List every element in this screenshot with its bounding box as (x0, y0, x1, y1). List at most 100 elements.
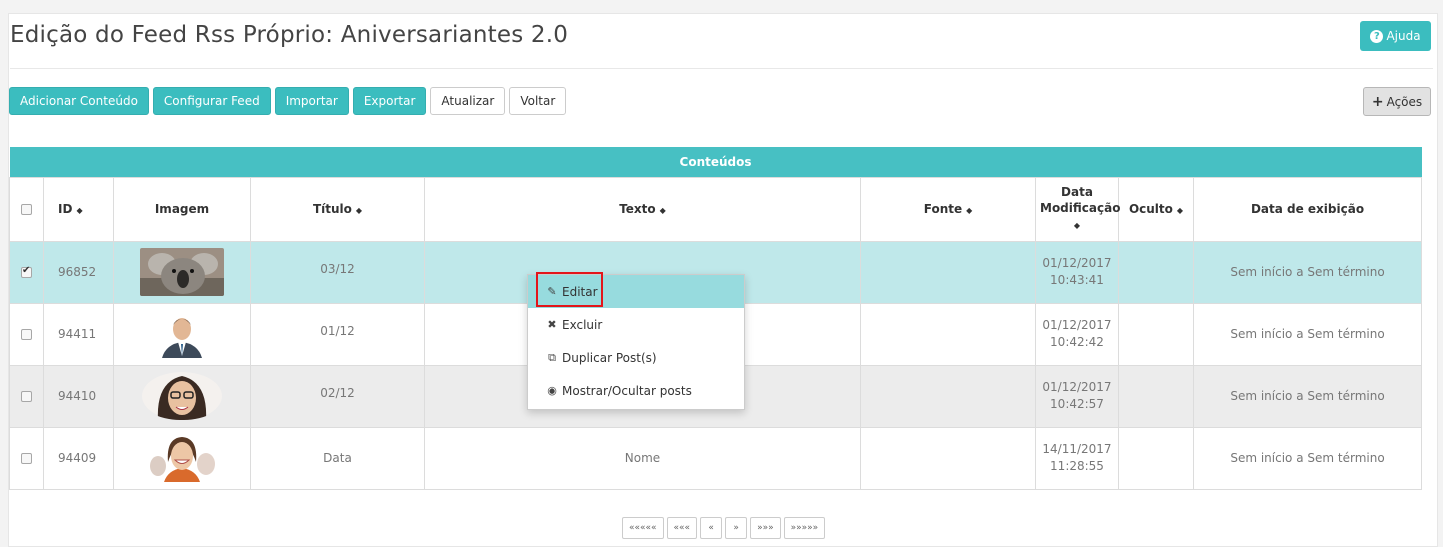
edit-icon: ✎ (547, 285, 557, 298)
row-data-modificacao: 01/12/2017 10:43:41 (1035, 240, 1119, 304)
header-fonte-label: Fonte (923, 202, 963, 216)
add-content-button[interactable]: Adicionar Conteúdo (9, 87, 149, 115)
row-id: 94410 (43, 364, 114, 428)
context-menu: ✎ Editar ✖ Excluir ⧉ Duplicar Post(s) ◉ … (527, 274, 745, 410)
table-row[interactable]: 94409 Data Nome 14/11/2017 11:28:55 Sem … (9, 426, 1423, 490)
menu-item-mostrar-ocultar[interactable]: ◉ Mostrar/Ocultar posts (528, 374, 744, 407)
copy-icon: ⧉ (548, 350, 556, 364)
row-titulo: 03/12 (250, 240, 425, 304)
row-time: 10:43:41 (1050, 273, 1104, 287)
row-oculto (1118, 426, 1194, 490)
row-checkbox-cell (9, 240, 44, 304)
header-data-exibicao: Data de exibição (1192, 176, 1423, 242)
row-id: 96852 (43, 240, 114, 304)
row-time: 10:42:57 (1050, 397, 1104, 411)
row-date: 01/12/2017 (1042, 380, 1112, 394)
menu-item-editar-label: Editar (562, 284, 598, 299)
row-data-exibicao: Sem início a Sem término (1192, 240, 1423, 304)
actions-button[interactable]: + Ações (1363, 87, 1431, 116)
plus-icon: + (1371, 93, 1384, 110)
pager-next-button[interactable]: » (725, 517, 748, 539)
row-oculto (1118, 240, 1194, 304)
pager-forward-many-button[interactable]: »»» (750, 517, 781, 539)
eye-slash-icon: ◉ (547, 384, 557, 397)
menu-item-excluir-label: Excluir (562, 317, 603, 332)
koala-image (140, 248, 224, 296)
help-button[interactable]: ? Ajuda (1360, 21, 1431, 51)
row-checkbox[interactable] (21, 453, 32, 464)
sort-icon: ◆ (1073, 221, 1081, 230)
row-data-modificacao: 14/11/2017 11:28:55 (1035, 426, 1119, 490)
row-id: 94411 (43, 302, 114, 366)
row-checkbox-cell (9, 302, 44, 366)
sort-icon: ◆ (1176, 206, 1184, 215)
row-checkbox-cell (9, 364, 44, 428)
row-time: 10:42:42 (1050, 335, 1104, 349)
pager-last-button[interactable]: »»»»» (783, 517, 826, 539)
pager-back-many-button[interactable]: ««« (666, 517, 698, 539)
refresh-button[interactable]: Atualizar (430, 87, 506, 115)
toolbar: Adicionar Conteúdo Configurar Feed Impor… (9, 87, 567, 115)
header-divider (10, 68, 1433, 69)
menu-item-mostrar-ocultar-label: Mostrar/Ocultar posts (562, 383, 692, 398)
header-data-modificacao[interactable]: Data Modificação ◆ (1035, 176, 1121, 242)
pager-first-button[interactable]: ««««« (622, 517, 664, 539)
row-fonte (860, 364, 1036, 428)
header-id[interactable]: ID ◆ (43, 176, 114, 242)
row-image-cell (113, 240, 251, 304)
row-fonte (860, 426, 1036, 490)
row-data-exibicao: Sem início a Sem término (1192, 426, 1423, 490)
row-image-cell (113, 426, 251, 490)
question-icon: ? (1370, 29, 1384, 43)
businessman-image (140, 310, 224, 358)
menu-item-editar[interactable]: ✎ Editar (528, 275, 744, 308)
sort-icon: ◆ (355, 206, 363, 215)
row-checkbox-cell (9, 426, 44, 490)
row-image-cell (113, 364, 251, 428)
row-data-modificacao: 01/12/2017 10:42:57 (1035, 364, 1119, 428)
pager-prev-button[interactable]: « (700, 517, 723, 539)
header-id-label: ID (58, 202, 73, 216)
close-icon: ✖ (547, 318, 557, 331)
header-fonte[interactable]: Fonte ◆ (860, 176, 1036, 242)
select-all-checkbox[interactable] (21, 204, 32, 215)
menu-item-duplicar[interactable]: ⧉ Duplicar Post(s) (528, 341, 744, 374)
menu-item-excluir[interactable]: ✖ Excluir (528, 308, 744, 341)
header-modificacao-label: Modificação (1040, 201, 1121, 215)
export-button[interactable]: Exportar (352, 87, 427, 115)
woman-glasses-image (142, 372, 222, 420)
back-button[interactable]: Voltar (509, 87, 567, 115)
row-titulo: 02/12 (250, 364, 425, 428)
row-oculto (1118, 364, 1194, 428)
import-button[interactable]: Importar (274, 87, 349, 115)
pagination: ««««« ««« « » »»» »»»»» (622, 517, 826, 539)
header-titulo[interactable]: Título ◆ (250, 176, 425, 242)
row-date: 14/11/2017 (1042, 442, 1112, 456)
smiling-woman-image (140, 434, 224, 482)
sort-icon: ◆ (76, 206, 83, 215)
header-texto-label: Texto (619, 202, 656, 216)
menu-item-duplicar-label: Duplicar Post(s) (562, 350, 657, 365)
row-checkbox[interactable] (21, 265, 32, 278)
header-data-label: Data (1061, 185, 1093, 199)
select-all-cell (9, 176, 44, 242)
help-button-label: Ajuda (1386, 29, 1421, 43)
row-fonte (860, 302, 1036, 366)
row-time: 11:28:55 (1050, 459, 1104, 473)
row-date: 01/12/2017 (1042, 256, 1112, 270)
row-data-exibicao: Sem início a Sem término (1192, 364, 1423, 428)
table-band-title: Conteúdos (9, 147, 1422, 177)
header-oculto-label: Oculto (1128, 202, 1173, 216)
header-texto[interactable]: Texto ◆ (424, 176, 861, 242)
header-imagem: Imagem (113, 176, 251, 242)
configure-feed-button[interactable]: Configurar Feed (152, 87, 271, 115)
header-oculto[interactable]: Oculto ◆ (1118, 176, 1194, 242)
row-data-modificacao: 01/12/2017 10:42:42 (1035, 302, 1119, 366)
row-id: 94409 (43, 426, 114, 490)
sort-icon: ◆ (659, 206, 666, 215)
row-checkbox[interactable] (21, 329, 32, 340)
header-titulo-label: Título (312, 202, 352, 216)
row-titulo: 01/12 (250, 302, 425, 366)
row-checkbox[interactable] (21, 391, 32, 402)
page-title: Edição do Feed Rss Próprio: Aniversarian… (10, 22, 569, 48)
